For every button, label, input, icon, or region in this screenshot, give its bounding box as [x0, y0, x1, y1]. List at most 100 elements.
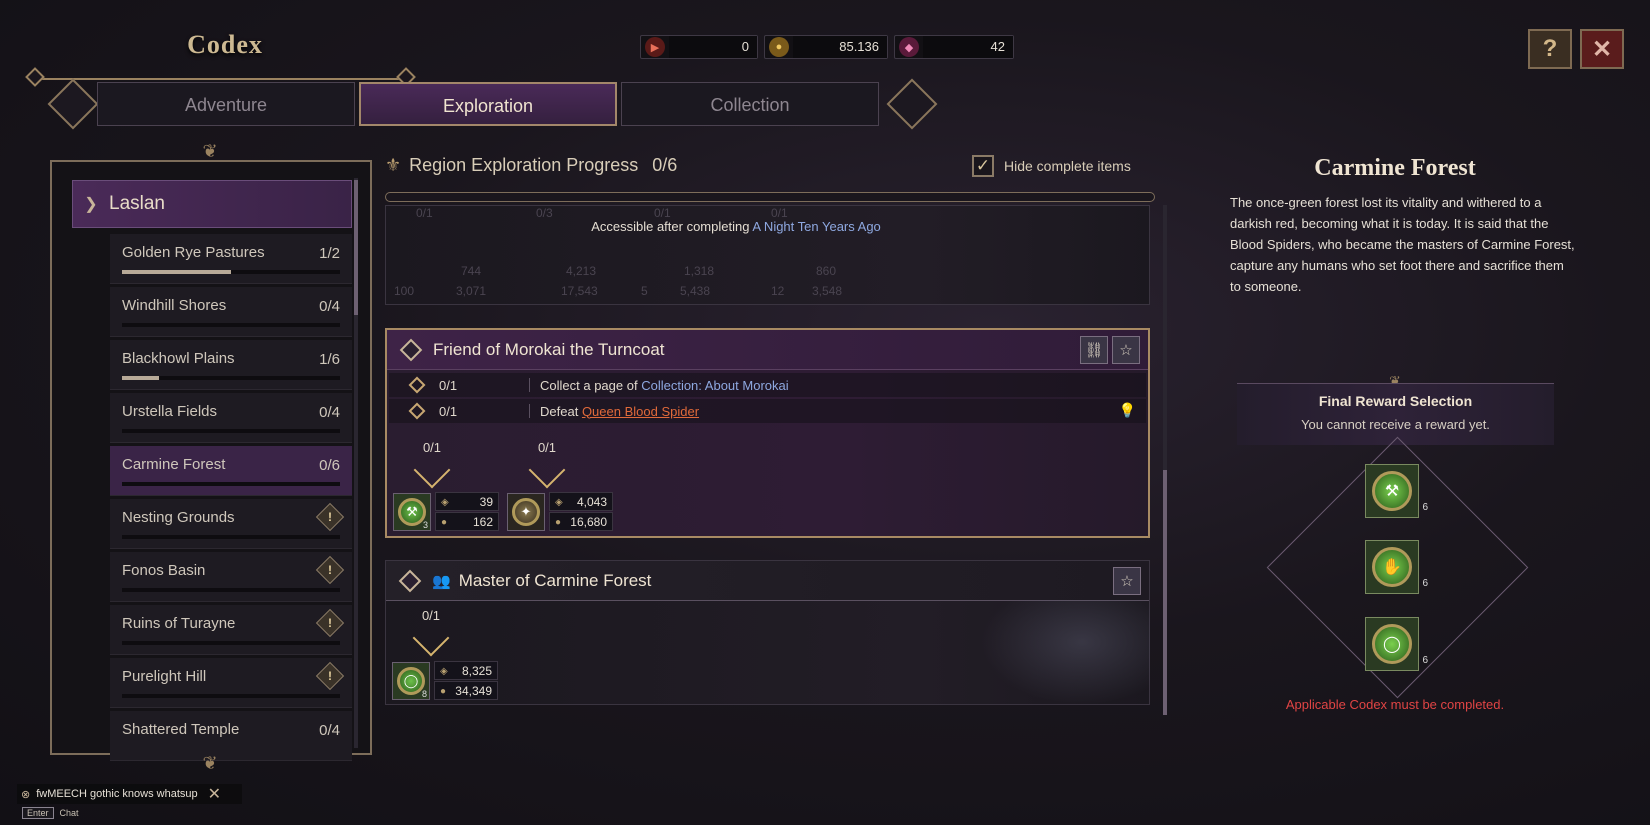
region-name: Ruins of Turayne: [122, 615, 236, 632]
locked-icon: !: [315, 502, 345, 532]
gold-coin-icon: ●: [769, 37, 789, 57]
enter-key-hint[interactable]: Enter: [22, 807, 54, 819]
tab-prev-arrow[interactable]: [47, 78, 99, 130]
ghost-value: 17,543: [561, 284, 598, 298]
exploration-list-scroll-thumb[interactable]: [1163, 470, 1167, 715]
ghost-value: 5: [641, 284, 648, 298]
reward-group[interactable]: ⚒ 3 ◈ 39 ● 162: [393, 492, 499, 532]
locked-exploration-card[interactable]: 0/1 0/3 0/1 0/1 100 744 3,071 4,213 17,5…: [385, 205, 1150, 305]
region-group-label: Laslan: [109, 193, 165, 214]
help-book-icon: ?: [1542, 35, 1558, 62]
lightbulb-icon[interactable]: 💡: [1119, 402, 1136, 419]
green-emblem-icon[interactable]: ⚒ 3: [393, 493, 431, 531]
tab-adventure[interactable]: Adventure: [97, 82, 355, 126]
pink-crystal-icon: ◆: [899, 37, 919, 57]
favorite-button[interactable]: ☆: [1112, 336, 1140, 364]
region-item-carmine-forest[interactable]: Carmine Forest 0/6: [110, 446, 352, 496]
ghost-value: 4,213: [566, 264, 597, 278]
card-title: Master of Carmine Forest: [458, 570, 652, 590]
region-progress: 0/4: [319, 722, 340, 739]
card-header: Friend of Morokai the Turncoat ⛓ ☆: [387, 330, 1148, 370]
region-item-windhill-shores[interactable]: Windhill Shores 0/4: [110, 287, 352, 337]
ghost-count: 0/1: [416, 206, 433, 220]
region-list-scroll-thumb[interactable]: [354, 180, 358, 315]
region-item-blackhowl-plains[interactable]: Blackhowl Plains 1/6: [110, 340, 352, 390]
region-item-golden-rye-pastures[interactable]: Golden Rye Pastures 1/2: [110, 234, 352, 284]
hide-complete-toggle[interactable]: ✓ Hide complete items: [972, 155, 1131, 177]
hide-complete-label: Hide complete items: [1004, 158, 1131, 174]
region-name: Nesting Grounds: [122, 509, 235, 526]
region-progress: 1/6: [319, 351, 340, 368]
region-progress-bar: [122, 482, 340, 486]
region-progress-value: 0/6: [652, 155, 678, 175]
reward-gold: ● 162: [435, 512, 499, 531]
region-progress-bar: [122, 694, 340, 698]
region-progress-bar: [122, 270, 340, 274]
link-button[interactable]: ⛓: [1080, 336, 1108, 364]
reward-qty: 6: [1422, 578, 1428, 589]
close-icon[interactable]: ✕: [208, 784, 221, 804]
tab-bar: Adventure Exploration Collection: [45, 78, 940, 130]
final-reward-title: Final Reward Selection: [1318, 393, 1473, 409]
region-item-purelight-hill[interactable]: Purelight Hill !: [110, 658, 352, 708]
ghost-value: 100: [394, 284, 415, 298]
locked-icon: !: [315, 555, 345, 585]
reward-group[interactable]: ◯ 8 ◈ 8,325 ● 34,349: [392, 661, 498, 701]
close-button[interactable]: ✕: [1580, 29, 1624, 69]
card-header-buttons: ☆: [1113, 567, 1141, 595]
final-reward-option-glove[interactable]: ✋ 6: [1365, 540, 1428, 594]
milestone-chevron-icon: [412, 619, 450, 657]
exploration-card-friend-of-morokai[interactable]: Friend of Morokai the Turncoat ⛓ ☆ 0/1 C…: [385, 328, 1150, 538]
task-text-prefix: Defeat: [540, 403, 579, 419]
beast-emblem-icon[interactable]: ✦: [507, 493, 545, 531]
region-group-laslan[interactable]: ❯ Laslan: [72, 180, 352, 228]
check-icon: ✓: [975, 156, 991, 175]
accessible-link[interactable]: A Night Ten Years Ago: [752, 219, 880, 234]
tab-exploration[interactable]: Exploration: [359, 82, 617, 126]
green-ring-icon[interactable]: ◯ 8: [392, 662, 430, 700]
region-item-urstella-fields[interactable]: Urstella Fields 0/4: [110, 393, 352, 443]
morokai-portrait-art: [980, 600, 1150, 705]
region-progress-bar: [122, 429, 340, 433]
region-progress-bar: [122, 376, 340, 380]
region-item-nesting-grounds[interactable]: Nesting Grounds !: [110, 499, 352, 549]
region-progress-bar: [122, 588, 340, 592]
region-progress-bar: [122, 535, 340, 539]
emblem-ring: ⚒: [398, 498, 426, 526]
gold-coin-icon: ●: [555, 517, 562, 528]
help-button[interactable]: ?: [1528, 29, 1572, 69]
title-ornament: [28, 66, 413, 80]
reward-group[interactable]: ✦ ◈ 4,043 ● 16,680: [507, 492, 613, 532]
emblem-ring: ✦: [512, 498, 540, 526]
final-reward-subtitle: You cannot receive a reward yet.: [1301, 417, 1490, 432]
chat-channel-icon: ⊗: [21, 788, 31, 801]
hide-complete-checkbox[interactable]: ✓: [972, 155, 994, 177]
region-item-ruins-of-turayne[interactable]: Ruins of Turayne !: [110, 605, 352, 655]
ghost-value: 860: [816, 264, 837, 278]
task-link[interactable]: Queen Blood Spider: [582, 404, 699, 419]
reward-exp: ◈ 4,043: [549, 492, 613, 511]
region-progress-header: ⚜ Region Exploration Progress 0/6: [385, 155, 677, 176]
task-text: Collect a page of Collection: About Moro…: [540, 378, 789, 393]
region-progress-bar: [122, 641, 340, 645]
favorite-button[interactable]: ☆: [1113, 567, 1141, 595]
task-count: 0/1: [439, 377, 458, 393]
tab-collection[interactable]: Collection: [621, 82, 879, 126]
reward-qty: 6: [1422, 655, 1428, 666]
final-reward-option-ring[interactable]: ◯ 6: [1365, 617, 1428, 671]
tab-next-arrow[interactable]: [886, 78, 938, 130]
reward-values: ◈ 39 ● 162: [435, 492, 499, 532]
fleur-icon: ⚜: [385, 155, 402, 175]
region-item-fonos-basin[interactable]: Fonos Basin !: [110, 552, 352, 602]
currency-tickets: ▶ 0: [640, 35, 758, 59]
task-link[interactable]: Collection: About Morokai: [641, 378, 788, 393]
ghost-value: 1,318: [684, 264, 715, 278]
ghost-value: 5,438: [680, 284, 711, 298]
final-reward-option-hammer[interactable]: ⚒ 6: [1365, 464, 1428, 518]
emblem-ring: ◯: [397, 667, 425, 695]
panel-ornament-top: ❦: [202, 141, 218, 161]
reward-gold-value: 16,680: [570, 515, 607, 529]
reward-exp-value: 8,325: [461, 664, 492, 678]
chevron-down-icon: ❯: [84, 196, 98, 213]
locked-icon: !: [315, 661, 345, 691]
